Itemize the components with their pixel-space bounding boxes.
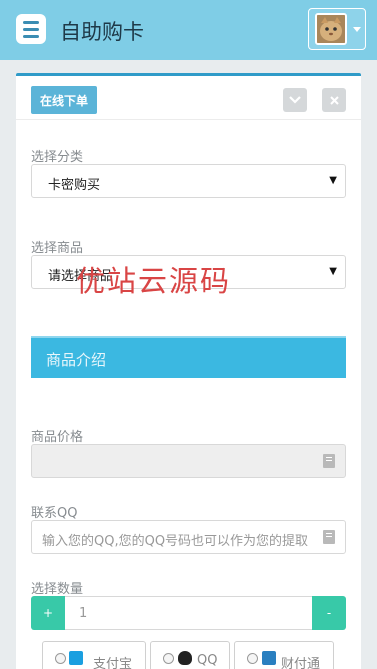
price-label: 商品价格: [31, 430, 84, 445]
category-select[interactable]: 卡密购买 ▼: [31, 164, 346, 198]
alipay-icon: [69, 651, 83, 665]
product-label: 选择商品: [31, 241, 84, 256]
collapse-button[interactable]: [283, 88, 307, 112]
quantity-value: 1: [79, 606, 88, 621]
category-label: 选择分类: [31, 150, 84, 165]
top-bar: 自助购卡: [0, 0, 377, 60]
quantity-label: 选择数量: [31, 582, 84, 597]
qq-input[interactable]: 输入您的QQ,您的QQ号码也可以作为您的提取: [31, 520, 346, 554]
pay-label-qq: QQ: [197, 653, 218, 668]
decrement-button[interactable]: -: [312, 596, 346, 630]
close-button[interactable]: [322, 88, 346, 112]
radio-button[interactable]: [55, 653, 66, 664]
pay-option-alipay[interactable]: 支付宝: [42, 641, 146, 669]
increment-button[interactable]: +: [31, 596, 65, 630]
quantity-stepper: + 1 -: [31, 596, 346, 630]
watermark-text: 优站云源码: [76, 264, 232, 298]
online-order-button[interactable]: 在线下单: [31, 86, 97, 114]
qq-label: 联系QQ: [31, 506, 78, 521]
product-intro-header[interactable]: 商品介绍: [31, 336, 346, 378]
chevron-down-icon: [289, 96, 301, 104]
user-menu-button[interactable]: [308, 8, 366, 50]
dropdown-arrow-icon: ▼: [329, 266, 337, 277]
pay-label-alipay: 支付宝: [93, 657, 133, 669]
price-field: [31, 444, 346, 478]
pay-option-qq[interactable]: QQ: [150, 641, 230, 669]
qq-placeholder: 输入您的QQ,您的QQ号码也可以作为您的提取: [42, 534, 309, 549]
radio-button[interactable]: [247, 653, 258, 664]
pay-label-tenpay: 财付通: [281, 657, 321, 669]
menu-icon[interactable]: [16, 14, 46, 44]
book-icon: [323, 454, 335, 468]
qq-penguin-icon: [178, 651, 192, 665]
chevron-down-icon: [353, 27, 361, 32]
product-intro-title: 商品介绍: [46, 351, 107, 369]
tenpay-icon: [262, 651, 276, 665]
panel-header: 在线下单: [16, 76, 361, 120]
pay-option-tenpay[interactable]: 财付通: [234, 641, 334, 669]
page-title: 自助购卡: [60, 20, 144, 44]
dropdown-arrow-icon: ▼: [329, 175, 337, 186]
avatar: [315, 13, 347, 45]
category-value: 卡密购买: [48, 178, 101, 193]
quantity-input[interactable]: 1: [65, 596, 312, 630]
book-icon: [323, 530, 335, 544]
close-icon: [329, 95, 339, 105]
radio-button[interactable]: [163, 653, 174, 664]
